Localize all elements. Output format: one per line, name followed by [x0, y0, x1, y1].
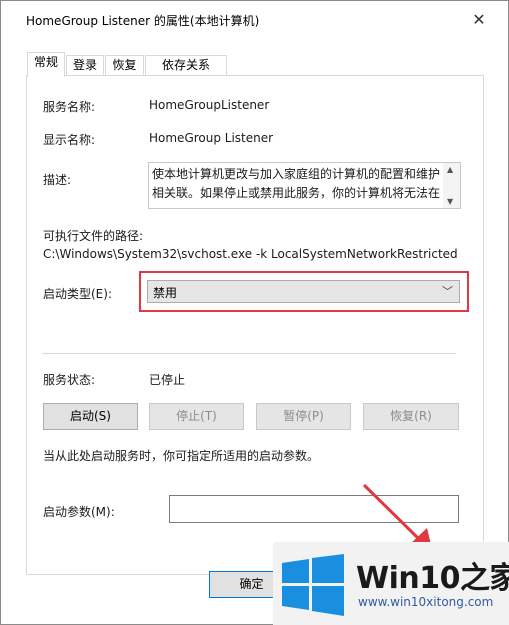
description-textbox[interactable]: 使本地计算机更改与加入家庭组的计算机的配置和维护相关联。如果停止或禁用此服务，你…	[148, 162, 461, 209]
resume-button[interactable]: 恢复(R)	[363, 403, 459, 430]
display-name-label: 显示名称:	[43, 133, 96, 147]
properties-dialog: HomeGroup Listener 的属性(本地计算机) ✕ 常规 登录 恢复…	[0, 0, 509, 625]
description-text: 使本地计算机更改与加入家庭组的计算机的配置和维护相关联。如果停止或禁用此服务，你…	[152, 167, 441, 200]
startup-type-label: 启动类型(E):	[43, 287, 112, 301]
stop-button[interactable]: 停止(T)	[149, 403, 244, 430]
start-button[interactable]: 启动(S)	[43, 403, 138, 430]
windows-logo-icon	[282, 554, 344, 616]
title-bar[interactable]: HomeGroup Listener 的属性(本地计算机) ✕	[1, 1, 508, 37]
pause-button[interactable]: 暂停(P)	[256, 403, 351, 430]
tab-recovery[interactable]: 恢复	[105, 55, 144, 76]
chevron-down-icon: ﹀	[442, 285, 453, 298]
watermark-brand: Win10之家	[356, 561, 509, 596]
scroll-up-icon[interactable]: ▲	[447, 165, 453, 174]
watermark-url: www.win10xitong.com	[358, 595, 494, 609]
window-title: HomeGroup Listener 的属性(本地计算机)	[26, 14, 260, 28]
scroll-down-icon[interactable]: ▼	[447, 197, 453, 206]
watermark: Win10之家 www.win10xitong.com	[273, 542, 509, 625]
description-scrollbar[interactable]: ▲ ▼	[443, 163, 460, 208]
startup-type-value: 禁用	[153, 286, 178, 300]
tab-logon[interactable]: 登录	[66, 55, 104, 76]
service-name-value: HomeGroupListener	[149, 98, 270, 112]
exe-path-label: 可执行文件的路径:	[43, 229, 144, 243]
startup-type-select[interactable]: 禁用 ﹀	[147, 280, 460, 303]
start-params-label: 启动参数(M):	[43, 505, 115, 519]
service-name-label: 服务名称:	[43, 100, 96, 114]
service-status-value: 已停止	[149, 373, 186, 387]
tab-dependencies[interactable]: 依存关系	[145, 55, 227, 76]
start-params-hint: 当从此处启动服务时，你可指定所适用的启动参数。	[43, 449, 320, 463]
start-params-input[interactable]	[169, 495, 459, 523]
separator	[42, 353, 456, 354]
service-status-label: 服务状态:	[43, 373, 96, 387]
exe-path-value: C:\Windows\System32\svchost.exe -k Local…	[43, 247, 458, 261]
display-name-value: HomeGroup Listener	[149, 131, 274, 145]
tab-general[interactable]: 常规	[27, 52, 65, 77]
close-icon[interactable]: ✕	[461, 7, 497, 31]
description-label: 描述:	[43, 173, 72, 187]
